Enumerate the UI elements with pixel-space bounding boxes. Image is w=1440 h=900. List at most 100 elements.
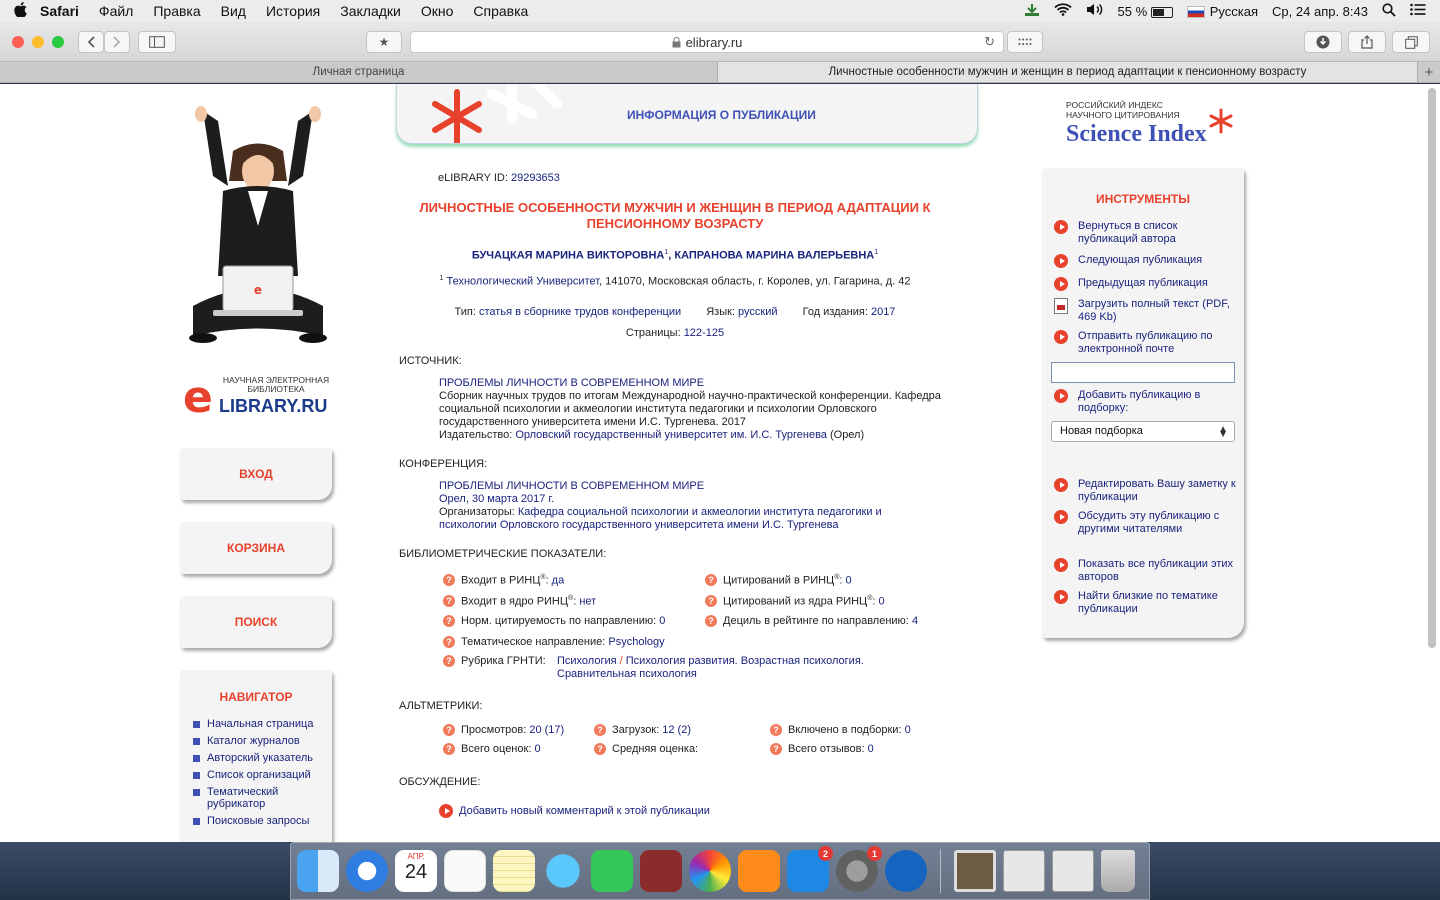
photo-booth-icon[interactable]: [640, 850, 682, 892]
tool-discuss[interactable]: Обсудить эту публикацию с другими читате…: [1054, 510, 1240, 536]
menu-view[interactable]: Вид: [221, 3, 246, 19]
books-icon[interactable]: [738, 850, 780, 892]
tool-edit-note[interactable]: Редактировать Вашу заметку к публикации: [1054, 478, 1240, 504]
address-bar[interactable]: elibrary.ru ↻: [410, 31, 1004, 53]
help-icon[interactable]: ?: [443, 655, 455, 667]
spotlight-icon[interactable]: [1382, 2, 1396, 20]
conference-title-link[interactable]: ПРОБЛЕМЫ ЛИЧНОСТИ В СОВРЕМЕННОМ МИРЕ: [439, 480, 899, 493]
minimize-window-button[interactable]: [32, 36, 44, 48]
help-icon[interactable]: ?: [705, 595, 717, 607]
publisher-link[interactable]: Орловский государственный университет им…: [515, 429, 827, 441]
help-icon[interactable]: ?: [443, 636, 455, 648]
messages-icon[interactable]: [542, 850, 584, 892]
nav-item-authors[interactable]: Авторский указатель: [180, 752, 332, 764]
nav-item-queries[interactable]: Поисковые запросы: [180, 815, 332, 827]
tool-prev-publication[interactable]: Предыдущая публикация: [1054, 277, 1240, 291]
add-comment-link[interactable]: Добавить новый комментарий к этой публик…: [439, 804, 710, 818]
safari-icon[interactable]: [346, 850, 388, 892]
menu-help[interactable]: Справка: [473, 3, 528, 19]
reload-icon[interactable]: ↻: [984, 34, 995, 50]
menu-app-name[interactable]: Safari: [40, 3, 79, 19]
help-icon[interactable]: ?: [705, 574, 717, 586]
help-icon[interactable]: ?: [770, 724, 782, 736]
wifi-icon[interactable]: [1053, 3, 1072, 19]
share-button[interactable]: [1348, 31, 1386, 53]
finder-icon[interactable]: [297, 850, 339, 892]
email-input[interactable]: [1051, 362, 1235, 383]
tool-back-to-list[interactable]: Вернуться в список публикаций автора: [1054, 220, 1240, 246]
notes-icon[interactable]: [493, 850, 535, 892]
calendar-icon[interactable]: АПР. 24: [395, 850, 437, 892]
back-button[interactable]: [78, 31, 104, 53]
page-scrollbar[interactable]: [1428, 88, 1436, 648]
tab-publication[interactable]: Личностные особенности мужчин и женщин в…: [718, 62, 1418, 82]
pages-label: Страницы:: [625, 327, 681, 339]
menu-bookmarks[interactable]: Закладки: [340, 3, 401, 19]
asterisk-decoration-icon: [432, 84, 562, 143]
system-preferences-icon[interactable]: 1: [836, 846, 882, 892]
help-icon[interactable]: ?: [770, 743, 782, 755]
tab-personal-page[interactable]: Личная страница: [0, 62, 718, 82]
nav-item-home[interactable]: Начальная страница: [180, 718, 332, 730]
menu-file[interactable]: Файл: [99, 3, 133, 19]
nav-item-organizations[interactable]: Список организаций: [180, 769, 332, 781]
author-link[interactable]: БУЧАЦКАЯ МАРИНА ВИКТОРОВНА: [472, 250, 665, 262]
sidebar-toggle-button[interactable]: [138, 31, 176, 53]
facetime-icon[interactable]: [591, 850, 633, 892]
help-icon[interactable]: ?: [594, 724, 606, 736]
bookmarks-button[interactable]: ★: [366, 31, 402, 53]
elibrary-logo[interactable]: e НАУЧНАЯ ЭЛЕКТРОННАЯ БИБЛИОТЕКА LIBRARY…: [183, 374, 333, 419]
menu-history[interactable]: История: [266, 3, 320, 19]
app-store-icon[interactable]: 2: [787, 846, 833, 892]
tool-show-all-by-authors[interactable]: Показать все публикации этих авторов: [1054, 558, 1240, 584]
source-title-link[interactable]: ПРОБЛЕМЫ ЛИЧНОСТИ В СОВРЕМЕННОМ МИРЕ: [439, 377, 954, 390]
tool-send-email[interactable]: Отправить публикацию по электронной почт…: [1054, 330, 1240, 356]
nav-item-rubricator[interactable]: Тематический рубрикатор: [180, 786, 332, 810]
affiliation-org-link[interactable]: Технологический Университет: [447, 276, 600, 288]
help-icon[interactable]: ?: [443, 615, 455, 627]
download-status-icon[interactable]: [1024, 3, 1040, 20]
science-index-logo[interactable]: РОССИЙСКИЙ ИНДЕКС НАУЧНОГО ЦИТИРОВАНИЯ S…: [1066, 100, 1246, 150]
new-tab-button[interactable]: +: [1418, 62, 1440, 82]
tool-download-pdf[interactable]: Загрузить полный текст (PDF, 469 Kb): [1054, 298, 1240, 324]
grnti-link[interactable]: Психология: [557, 655, 617, 667]
image-thumbnail-icon[interactable]: [954, 850, 996, 892]
clock[interactable]: Ср, 24 апр. 8:43: [1272, 4, 1368, 19]
volume-icon[interactable]: [1086, 3, 1104, 19]
affil-sup: 1: [874, 249, 879, 256]
notification-center-icon[interactable]: [1410, 3, 1426, 19]
forward-button[interactable]: [104, 31, 130, 53]
downloads-button[interactable]: [1304, 31, 1342, 53]
menu-window[interactable]: Окно: [421, 3, 454, 19]
help-icon[interactable]: ?: [443, 595, 455, 607]
cart-button[interactable]: КОРЗИНА: [180, 522, 332, 574]
mail-app-icon[interactable]: [885, 850, 927, 892]
trash-icon[interactable]: [1101, 850, 1135, 892]
search-button[interactable]: ПОИСК: [180, 596, 332, 648]
close-window-button[interactable]: [12, 36, 24, 48]
help-icon[interactable]: ?: [443, 724, 455, 736]
tool-add-to-set[interactable]: Добавить публикацию в подборку:: [1054, 389, 1240, 415]
reminders-icon[interactable]: [444, 850, 486, 892]
help-icon[interactable]: ?: [705, 615, 717, 627]
tool-next-publication[interactable]: Следующая публикация: [1054, 254, 1240, 268]
help-icon[interactable]: ?: [443, 743, 455, 755]
battery-status[interactable]: 55 %: [1118, 4, 1173, 19]
zoom-window-button[interactable]: [52, 36, 64, 48]
tool-find-similar[interactable]: Найти близкие по тематике публикации: [1054, 590, 1240, 616]
author-link[interactable]: КАПРАНОВА МАРИНА ВАЛЕРЬЕВНА: [674, 250, 874, 262]
menu-edit[interactable]: Правка: [153, 3, 200, 19]
document-thumbnail-icon[interactable]: [1003, 850, 1045, 892]
apple-menu-icon[interactable]: [0, 1, 40, 21]
nav-item-journals[interactable]: Каталог журналов: [180, 735, 332, 747]
tab-overview-button[interactable]: [1392, 31, 1430, 53]
login-button[interactable]: ВХОД: [180, 448, 332, 500]
input-source[interactable]: Русская: [1186, 4, 1258, 19]
top-sites-button[interactable]: [1007, 31, 1043, 53]
document-thumbnail-icon[interactable]: [1052, 850, 1094, 892]
photos-icon[interactable]: [689, 850, 731, 892]
collection-select[interactable]: Новая подборка ▲ ▼: [1051, 421, 1235, 442]
help-icon[interactable]: ?: [594, 743, 606, 755]
help-icon[interactable]: ?: [443, 574, 455, 586]
browser-toolbar: ★ elibrary.ru ↻: [0, 22, 1440, 62]
